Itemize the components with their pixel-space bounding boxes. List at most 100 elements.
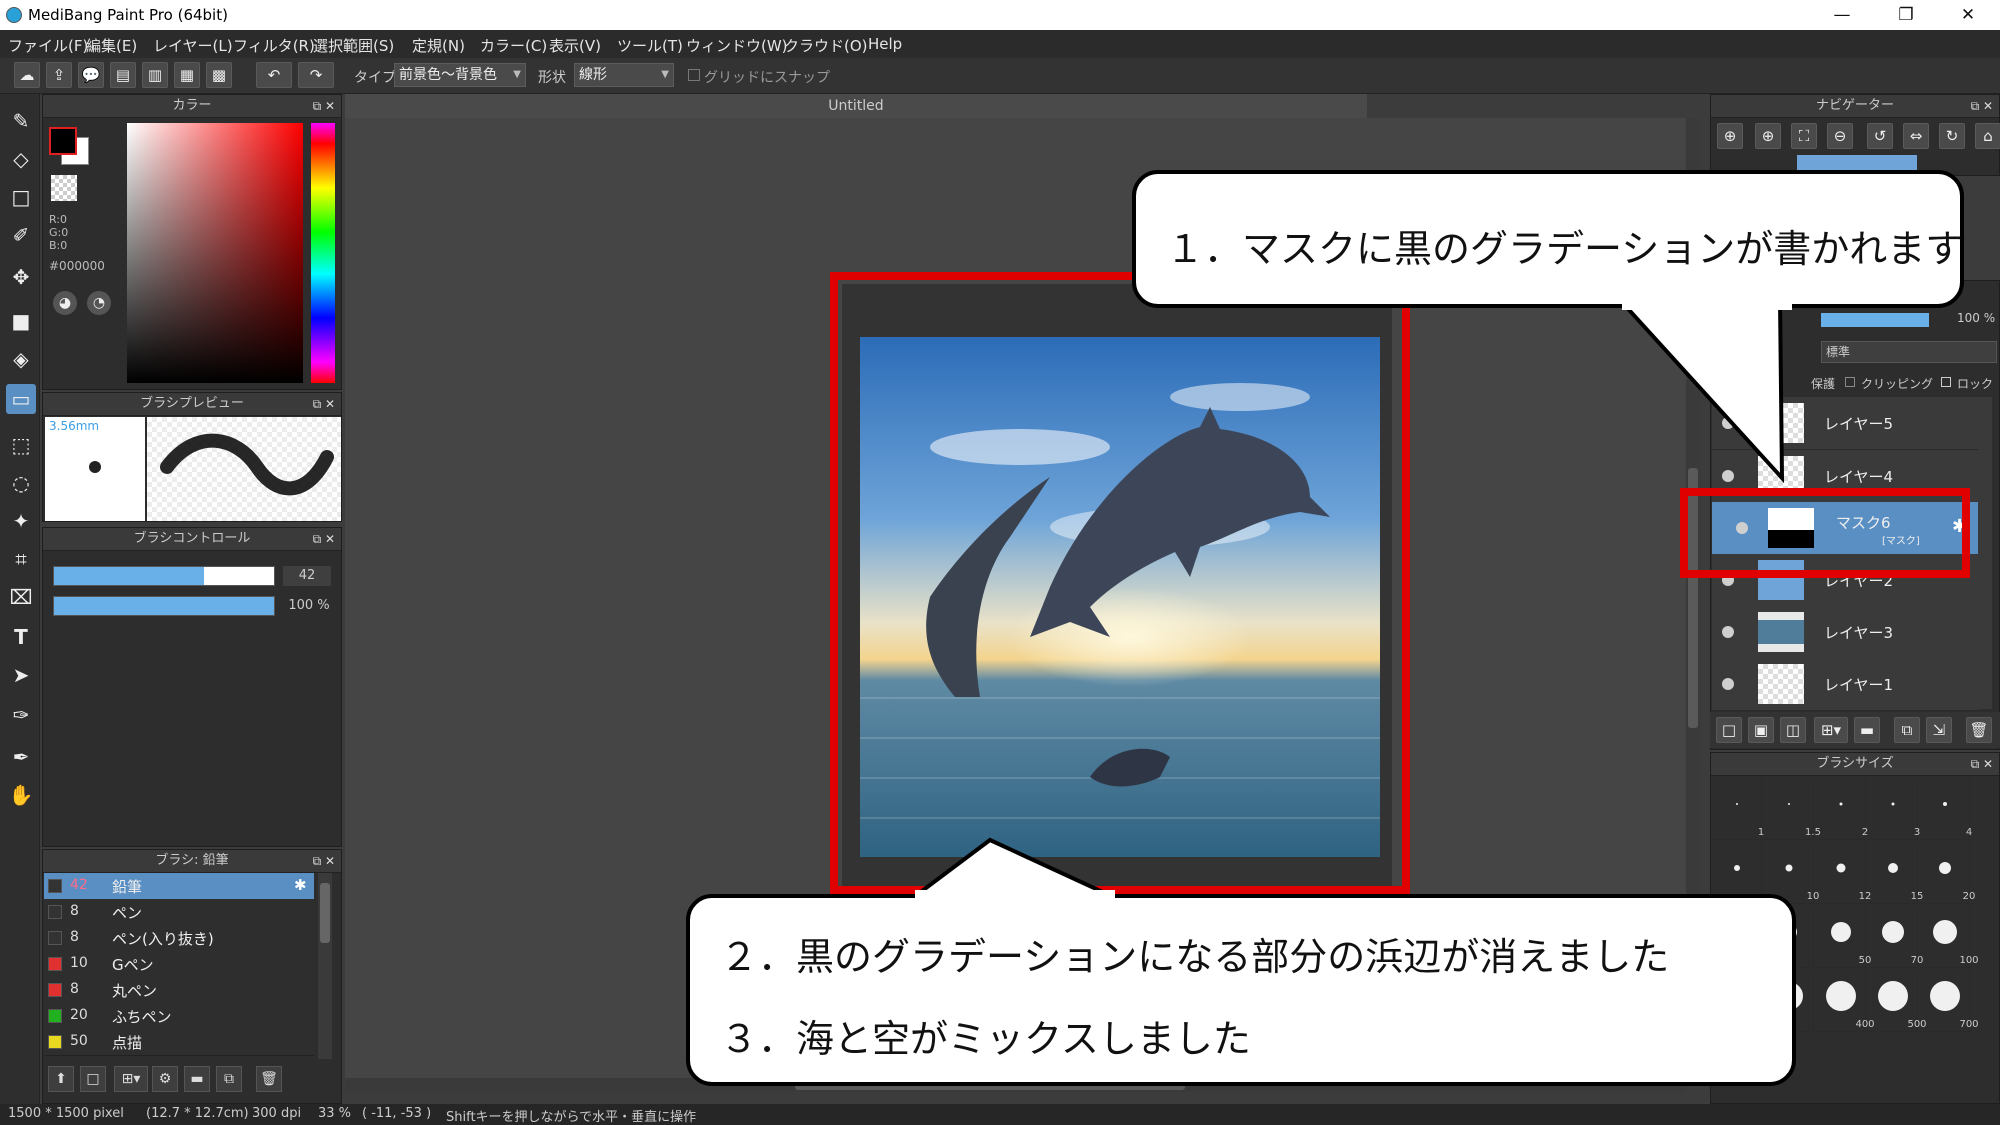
brush-size-preset[interactable]: 20 — [1920, 842, 1975, 904]
brush-size-preset[interactable]: 50 — [1816, 906, 1871, 968]
gradient-tool-icon[interactable]: ▭ — [6, 384, 36, 414]
duplicate-icon[interactable]: ⧉ — [216, 1066, 242, 1092]
brush-item[interactable]: 8 ペン(入り抜き) — [44, 925, 314, 952]
new-brush-icon[interactable]: □ — [80, 1066, 106, 1092]
dot-tool-icon[interactable]: □ — [6, 182, 36, 212]
reset-view-icon[interactable]: ⌂ — [1975, 123, 2000, 149]
type-select[interactable]: 前景色～背景色 ▼ — [394, 63, 526, 87]
move-tool-icon[interactable]: ✥ — [6, 262, 36, 292]
panel-icon[interactable]: ▦ — [174, 62, 200, 88]
brush-size-preset[interactable]: 1.5 — [1764, 778, 1821, 840]
rotate-right-icon[interactable]: ↻ — [1939, 123, 1965, 149]
divide-tool-icon[interactable]: ✑ — [6, 700, 36, 730]
select-brush-icon[interactable]: ⌗ — [6, 544, 36, 574]
snap-checkbox[interactable] — [688, 69, 700, 81]
message-icon[interactable]: ▤ — [110, 62, 136, 88]
undo-icon[interactable]: ↶ — [256, 62, 292, 88]
brush-size-preset[interactable]: 700 — [1920, 970, 1979, 1032]
new-layer-icon[interactable]: □ — [1716, 717, 1742, 743]
brush-item[interactable]: 8 ペン — [44, 899, 314, 926]
panel-float-close-icon[interactable]: ⧉ ✕ — [313, 850, 335, 872]
zoom-in-icon[interactable]: ⊕ — [1755, 123, 1781, 149]
cloud-brush-icon[interactable]: ⬆ — [48, 1066, 74, 1092]
shape-select[interactable]: 線形 ▼ — [574, 63, 674, 87]
panel-float-close-icon[interactable]: ⧉ ✕ — [313, 528, 335, 550]
brush-size-preset[interactable]: 12 — [1816, 842, 1871, 904]
text-tool-icon[interactable]: T — [6, 622, 36, 652]
delete-brush-icon[interactable]: 🗑 — [256, 1066, 282, 1092]
brush-item[interactable]: 20 ふちペン — [44, 1003, 314, 1030]
brush-item[interactable]: 8 丸ペン — [44, 977, 314, 1004]
brush-size-preset[interactable]: 2 — [1816, 778, 1868, 840]
scrollbar-thumb[interactable] — [320, 883, 330, 943]
canvas-tab[interactable]: Untitled — [345, 94, 1367, 118]
saturation-value-picker[interactable] — [127, 123, 303, 383]
palette-settings-icon[interactable]: ◔ — [87, 291, 111, 315]
hue-slider[interactable] — [311, 123, 335, 383]
brush-size-preset[interactable]: 3 — [1868, 778, 1920, 840]
close-button[interactable]: ✕ — [1938, 0, 1998, 30]
menu-help[interactable]: Help — [868, 35, 902, 53]
visibility-icon[interactable] — [1722, 626, 1734, 638]
menu-color[interactable]: カラー(C) — [480, 35, 547, 56]
menu-window[interactable]: ウィンドウ(W) — [686, 35, 788, 56]
zoom-actual-icon[interactable]: ⊕ — [1717, 123, 1743, 149]
layer-row[interactable]: レイヤー1 — [1712, 658, 1978, 711]
menu-filter[interactable]: フィルタ(R) — [233, 35, 315, 56]
add-brush-icon[interactable]: ⊞▾ — [114, 1066, 148, 1092]
rotate-left-icon[interactable]: ↺ — [1867, 123, 1893, 149]
lasso-select-icon[interactable]: ◌ — [6, 468, 36, 498]
upload-icon[interactable]: ⇪ — [46, 62, 72, 88]
select-pen-icon[interactable]: ✐ — [6, 220, 36, 250]
transparent-color-swatch[interactable] — [51, 175, 77, 201]
brush-size-preset[interactable]: 400 — [1816, 970, 1875, 1032]
panel-float-close-icon[interactable]: ⧉ ✕ — [313, 393, 335, 415]
brush-size-preset[interactable]: 1 — [1712, 778, 1764, 840]
fit-icon[interactable]: ⛶ — [1791, 123, 1817, 149]
folder-icon[interactable]: ▬ — [1854, 717, 1880, 743]
new-8bit-layer-icon[interactable]: ◫ — [1780, 717, 1806, 743]
new-halftone-layer-icon[interactable]: ▣ — [1748, 717, 1774, 743]
brush-size-preset[interactable]: 15 — [1868, 842, 1923, 904]
menu-layer[interactable]: レイヤー(L) — [153, 35, 233, 56]
folder-icon[interactable]: ▬ — [184, 1066, 210, 1092]
menu-view[interactable]: 表示(V) — [549, 35, 601, 56]
redo-icon[interactable]: ↷ — [298, 62, 334, 88]
menu-tool[interactable]: ツール(T) — [617, 35, 683, 56]
brush-size-preset[interactable]: 100 — [1920, 906, 1979, 968]
menu-file[interactable]: ファイル(F) — [8, 35, 88, 56]
panel-float-close-icon[interactable]: ⧉ ✕ — [313, 95, 335, 117]
menu-select[interactable]: 選択範囲(S) — [313, 35, 394, 56]
select-eraser-icon[interactable]: ⌧ — [6, 582, 36, 612]
operation-tool-icon[interactable]: ➤ — [6, 660, 36, 690]
rect-select-icon[interactable]: ⬚ — [6, 430, 36, 460]
brush-item[interactable]: 10 Gペン — [44, 951, 314, 978]
merge-down-icon[interactable]: ⇲ — [1926, 717, 1952, 743]
restore-button[interactable]: ❐ — [1876, 0, 1936, 30]
menu-edit[interactable]: 編集(E) — [86, 35, 137, 56]
menu-cloud[interactable]: クラウド(O) — [784, 35, 868, 56]
delete-layer-icon[interactable]: 🗑 — [1966, 717, 1992, 743]
brush-size-preset[interactable]: 70 — [1868, 906, 1923, 968]
foreground-color-swatch[interactable] — [49, 127, 77, 155]
bucket-tool-icon[interactable]: ◈ — [6, 344, 36, 374]
brush-size-preset[interactable]: 500 — [1868, 970, 1927, 1032]
panel-float-close-icon[interactable]: ⧉ ✕ — [1971, 95, 1993, 117]
grid-icon[interactable]: ▩ — [206, 62, 232, 88]
hand-tool-icon[interactable]: ✋ — [6, 780, 36, 810]
brush-opacity-slider[interactable] — [53, 596, 275, 616]
panel-float-close-icon[interactable]: ⧉ ✕ — [1971, 753, 1993, 775]
palette-icon[interactable]: ◕ — [53, 291, 77, 315]
minimize-button[interactable]: — — [1812, 0, 1872, 30]
comment-icon[interactable]: 💬 — [78, 62, 104, 88]
duplicate-layer-icon[interactable]: ⧉ — [1894, 717, 1920, 743]
flip-icon[interactable]: ⇔ — [1903, 123, 1929, 149]
add-layer-menu-icon[interactable]: ⊞▾ — [1814, 717, 1848, 743]
brush-size-preset[interactable]: 4 — [1920, 778, 1972, 840]
brush-tool-icon[interactable]: ✎ — [6, 106, 36, 136]
zoom-out-icon[interactable]: ⊖ — [1827, 123, 1853, 149]
brush-size-value[interactable]: 42 — [283, 566, 331, 586]
magic-wand-icon[interactable]: ✦ — [6, 506, 36, 536]
page-icon[interactable]: ▥ — [142, 62, 168, 88]
visibility-icon[interactable] — [1722, 678, 1734, 690]
